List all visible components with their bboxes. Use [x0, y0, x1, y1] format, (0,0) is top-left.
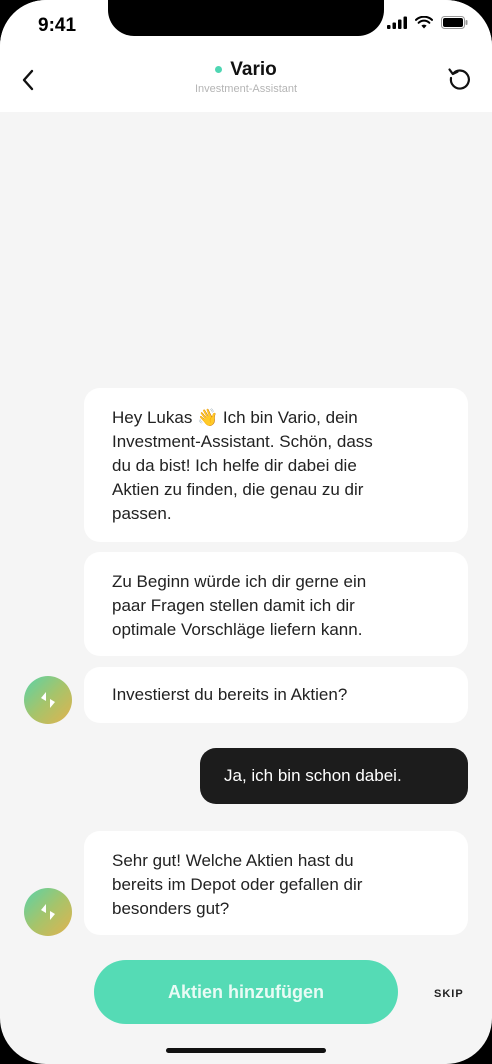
- phone-screen: 9:41 Vario Investment-Assistant Hey Luka…: [0, 0, 492, 1064]
- home-indicator: [166, 1048, 326, 1053]
- page-title: Vario: [230, 58, 277, 80]
- bot-message: Investierst du bereits in Aktien?: [84, 667, 468, 723]
- restart-icon: [448, 68, 470, 90]
- bot-message: Hey Lukas 👋 Ich bin Vario, dein Investme…: [84, 388, 468, 542]
- skip-button[interactable]: SKIP: [434, 988, 464, 1000]
- battery-icon: [441, 16, 468, 29]
- device-notch: [108, 0, 384, 36]
- status-time: 9:41: [38, 15, 77, 36]
- page-subtitle: Investment-Assistant: [194, 82, 298, 95]
- assistant-avatar: [24, 676, 72, 724]
- header-title-block: Vario Investment-Assistant: [0, 58, 492, 95]
- user-message: Ja, ich bin schon dabei.: [200, 748, 468, 804]
- top-bar: 9:41 Vario Investment-Assistant: [0, 0, 492, 112]
- status-icons: [387, 16, 468, 29]
- bot-message: Zu Beginn würde ich dir gerne ein paar F…: [84, 552, 468, 656]
- online-status-dot: [215, 66, 223, 73]
- bot-message: Sehr gut! Welche Aktien hast du bereits …: [84, 831, 468, 935]
- assistant-logo-icon: [41, 692, 55, 708]
- assistant-logo-icon: [41, 904, 55, 920]
- restart-button[interactable]: [446, 64, 474, 92]
- signal-icon: [387, 16, 407, 29]
- wifi-icon: [415, 16, 433, 29]
- add-stocks-button[interactable]: Aktien hinzufügen: [94, 960, 398, 1024]
- assistant-avatar: [24, 888, 72, 936]
